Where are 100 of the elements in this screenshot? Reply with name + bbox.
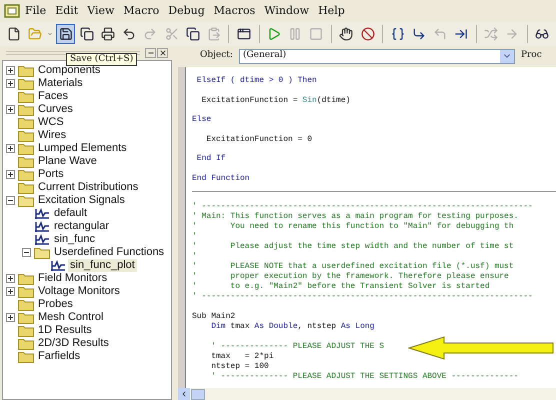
code-text: (dtime) [316,96,350,105]
menu-item[interactable]: Edit [51,2,82,20]
menu-item[interactable]: Macro [119,2,164,20]
code-text: tmax [229,322,251,331]
code-editor[interactable] [186,67,556,388]
code-comment: ' Please adjust the time step width and the number of time st [192,242,514,251]
code-comment: ' proper execution by the framework. Therefore please ensure [192,272,509,281]
glasses-icon [535,27,550,41]
menu-item[interactable]: Window [260,2,314,20]
horizontal-scrollbar[interactable] [178,388,556,400]
code-text: Sub Main2 [192,312,236,321]
scroll-left-icon [180,390,188,398]
folder-icon [18,90,34,102]
stop-icon [309,27,324,41]
folder-icon [18,286,34,298]
menu-item[interactable]: Debug [164,2,209,20]
tree-item[interactable]: Wires [36,129,68,142]
pause-icon [288,27,302,41]
menu-item[interactable]: File [21,2,50,20]
run-to-cursor-icon [454,27,468,41]
folder-icon [18,156,34,168]
menu-item[interactable]: Help [314,2,349,20]
folder-icon [18,338,34,350]
app-logo-icon [4,4,20,18]
tree-item[interactable]: Lumped Elements [36,142,129,155]
copy-icon [186,27,200,41]
code-comment: ' Main: This function serves as a main program for testing purposes. [192,212,518,221]
tree-item[interactable]: Materials [36,77,85,90]
expand-icon[interactable] [6,66,15,75]
minimize-button[interactable] [145,48,156,58]
signal-icon [34,208,50,220]
folder-icon [18,104,34,116]
code-text: ExcitationFunction = [200,96,299,105]
collapse-icon[interactable] [6,196,15,205]
folder-icon [18,298,34,310]
code-text: ExcitationFunction = 0 [205,134,312,144]
folder-icon [18,168,34,180]
tree-item[interactable]: sin_func_plot [68,259,137,272]
expand-icon[interactable] [6,144,15,153]
tree-item[interactable]: sin_func [52,233,97,246]
folder-icon [18,312,34,324]
menu-item[interactable]: View [83,2,118,20]
code-comment: ' --------------------------------------------------------------------- [192,292,533,301]
tree-item[interactable]: Plane Wave [36,155,99,168]
expand-icon[interactable] [6,105,15,114]
tree-item[interactable]: Curves [36,103,75,116]
expand-icon[interactable] [6,170,15,179]
scroll-thumb[interactable] [191,388,205,400]
tree-item[interactable]: Userdefined Functions [52,246,166,259]
redo-icon [143,27,158,41]
tree-item[interactable]: Current Distributions [36,181,140,194]
object-label: Object: [200,49,233,62]
folder-icon [18,272,34,284]
tree-item[interactable]: Excitation Signals [36,194,127,207]
tree-item[interactable]: 2D/3D Results [36,337,111,350]
close-button[interactable] [157,48,168,58]
undo-icon [122,27,136,41]
code-comment: ' [192,252,197,261]
tree-item[interactable]: Mesh Control [36,311,106,324]
tree-item[interactable]: Field Monitors [36,272,110,285]
expand-icon[interactable] [6,274,15,283]
code-comment: ' [192,232,197,241]
code-keyword: End Function [192,174,250,183]
tree-item[interactable]: Probes [36,298,75,311]
folder-icon [18,324,34,336]
collapse-icon[interactable] [22,248,31,257]
expand-icon[interactable] [6,287,15,296]
step-out-icon [432,27,447,41]
code-keyword: Dim [210,322,226,331]
dialog-icon [236,27,251,41]
menu-item[interactable]: Macros [210,2,260,20]
save-all-icon [80,27,94,41]
tooltip: Save (Ctrl+S) [66,53,138,66]
expand-icon[interactable] [6,313,15,322]
tree-item[interactable]: rectangular [52,220,112,233]
code-comment: ' PLEASE NOTE that a userdefined excitation file (*.usf) must [192,262,514,271]
save-icon [58,27,73,41]
code-keyword: ElseIf ( dtime > 0 ) Then [196,76,317,85]
folder-icon [18,64,34,76]
folder-icon [18,130,34,142]
folder-icon [18,350,34,362]
code-comment: ' -------------- PLEASE ADJUST THE S [210,342,384,351]
code-keyword: As Long [340,322,374,331]
tree-item[interactable]: Faces [36,90,70,103]
tree-item[interactable]: Farfields [36,350,82,363]
code-text: , ntstep [298,322,338,331]
open-folder-icon [28,27,42,41]
folder-icon [18,116,34,128]
tree-item[interactable]: Components [36,64,102,77]
save-button[interactable] [56,24,76,44]
object-dropdown[interactable]: (General) [238,48,515,64]
expand-icon[interactable] [6,79,15,88]
tree-item[interactable]: 1D Results [36,324,94,337]
tree-item[interactable]: Ports [36,168,66,181]
tree-item[interactable]: default [52,207,90,220]
play-icon [267,27,282,41]
folder-icon [18,78,34,90]
folder-icon [34,246,50,258]
tree-item[interactable]: WCS [36,116,66,129]
tree-item[interactable]: Voltage Monitors [36,285,122,298]
